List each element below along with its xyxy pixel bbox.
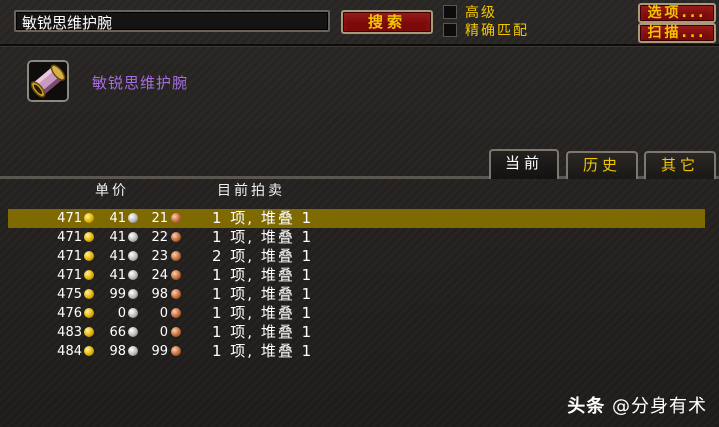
copper-coin-icon xyxy=(171,251,181,261)
copper-amount: 0 xyxy=(159,306,168,321)
advanced-checkbox-label: 高级 xyxy=(465,5,497,21)
table-row[interactable]: 471 41 22 1 项, 堆叠 1 xyxy=(8,228,705,247)
auction-quantity: 1 项, 堆叠 1 xyxy=(212,342,314,360)
gold-amount: 471 xyxy=(57,230,82,245)
bracer-icon[interactable] xyxy=(27,60,69,102)
table-row[interactable]: 471 41 24 1 项, 堆叠 1 xyxy=(8,266,705,285)
auction-quantity: 2 项, 堆叠 1 xyxy=(212,247,314,265)
gold-coin-icon xyxy=(84,232,94,242)
copper-coin-icon xyxy=(171,308,181,318)
silver-coin-icon xyxy=(128,251,138,261)
gold-amount: 475 xyxy=(57,287,82,302)
auction-window: 敏锐思维护腕 搜索 高级 精确匹配 选项... 扫描... 敏锐思维护腕 当前 … xyxy=(0,0,719,427)
gold-coin-icon xyxy=(84,289,94,299)
column-current-auctions[interactable]: 目前拍卖 xyxy=(217,180,285,200)
search-button[interactable]: 搜索 xyxy=(341,10,433,34)
copper-amount: 23 xyxy=(151,249,168,264)
exact-match-checkbox-label: 精确匹配 xyxy=(465,23,529,39)
gold-amount: 471 xyxy=(57,249,82,264)
silver-amount: 41 xyxy=(109,230,126,245)
search-input[interactable]: 敏锐思维护腕 xyxy=(14,10,330,32)
top-divider xyxy=(0,44,719,47)
tab-history[interactable]: 历史 xyxy=(566,151,638,179)
silver-amount: 41 xyxy=(109,249,126,264)
silver-amount: 41 xyxy=(109,268,126,283)
watermark: 头条 @分身有术 xyxy=(567,392,707,418)
scan-button[interactable]: 扫描... xyxy=(638,23,716,43)
auction-quantity: 1 项, 堆叠 1 xyxy=(212,304,314,322)
copper-coin-icon xyxy=(171,213,181,223)
table-row[interactable]: 475 99 98 1 项, 堆叠 1 xyxy=(8,285,705,304)
gold-amount: 484 xyxy=(57,344,82,359)
silver-coin-icon xyxy=(128,289,138,299)
copper-coin-icon xyxy=(171,346,181,356)
gold-coin-icon xyxy=(84,213,94,223)
auction-quantity: 1 项, 堆叠 1 xyxy=(212,228,314,246)
table-row[interactable]: 471 41 23 2 项, 堆叠 1 xyxy=(8,247,705,266)
auction-quantity: 1 项, 堆叠 1 xyxy=(212,285,314,303)
copper-amount: 98 xyxy=(151,287,168,302)
copper-coin-icon xyxy=(171,232,181,242)
silver-coin-icon xyxy=(128,327,138,337)
options-button[interactable]: 选项... xyxy=(638,3,716,23)
gold-coin-icon xyxy=(84,270,94,280)
silver-coin-icon xyxy=(128,308,138,318)
copper-coin-icon xyxy=(171,289,181,299)
silver-coin-icon xyxy=(128,270,138,280)
silver-coin-icon xyxy=(128,346,138,356)
auction-quantity: 1 项, 堆叠 1 xyxy=(212,323,314,341)
table-row[interactable]: 483 66 0 1 项, 堆叠 1 xyxy=(8,323,705,342)
gold-coin-icon xyxy=(84,327,94,337)
exact-match-checkbox[interactable] xyxy=(443,23,457,37)
gold-coin-icon xyxy=(84,346,94,356)
watermark-brand: 头条 xyxy=(567,396,606,417)
copper-amount: 22 xyxy=(151,230,168,245)
auction-rows: 471 41 21 1 项, 堆叠 1 471 41 22 1 项, 堆叠 1 … xyxy=(8,209,705,361)
table-row[interactable]: 484 98 99 1 项, 堆叠 1 xyxy=(8,342,705,361)
copper-amount: 24 xyxy=(151,268,168,283)
gold-amount: 476 xyxy=(57,306,82,321)
copper-coin-icon xyxy=(171,270,181,280)
column-unit-price[interactable]: 单价 xyxy=(95,180,129,200)
silver-amount: 66 xyxy=(109,325,126,340)
copper-amount: 99 xyxy=(151,344,168,359)
silver-amount: 99 xyxy=(109,287,126,302)
copper-amount: 21 xyxy=(151,211,168,226)
auction-quantity: 1 项, 堆叠 1 xyxy=(212,266,314,284)
gold-amount: 471 xyxy=(57,211,82,226)
gold-amount: 483 xyxy=(57,325,82,340)
copper-amount: 0 xyxy=(159,325,168,340)
table-row[interactable]: 471 41 21 1 项, 堆叠 1 xyxy=(8,209,705,228)
silver-amount: 98 xyxy=(109,344,126,359)
gold-amount: 471 xyxy=(57,268,82,283)
silver-coin-icon xyxy=(128,232,138,242)
watermark-handle: @分身有术 xyxy=(612,396,707,417)
silver-coin-icon xyxy=(128,213,138,223)
tab-other[interactable]: 其它 xyxy=(644,151,716,179)
table-row[interactable]: 476 0 0 1 项, 堆叠 1 xyxy=(8,304,705,323)
tab-current[interactable]: 当前 xyxy=(489,149,559,179)
gold-coin-icon xyxy=(84,308,94,318)
gold-coin-icon xyxy=(84,251,94,261)
advanced-checkbox[interactable] xyxy=(443,5,457,19)
copper-coin-icon xyxy=(171,327,181,337)
item-name[interactable]: 敏锐思维护腕 xyxy=(92,72,188,93)
silver-amount: 0 xyxy=(117,306,126,321)
auction-quantity: 1 项, 堆叠 1 xyxy=(212,209,314,227)
silver-amount: 41 xyxy=(109,211,126,226)
